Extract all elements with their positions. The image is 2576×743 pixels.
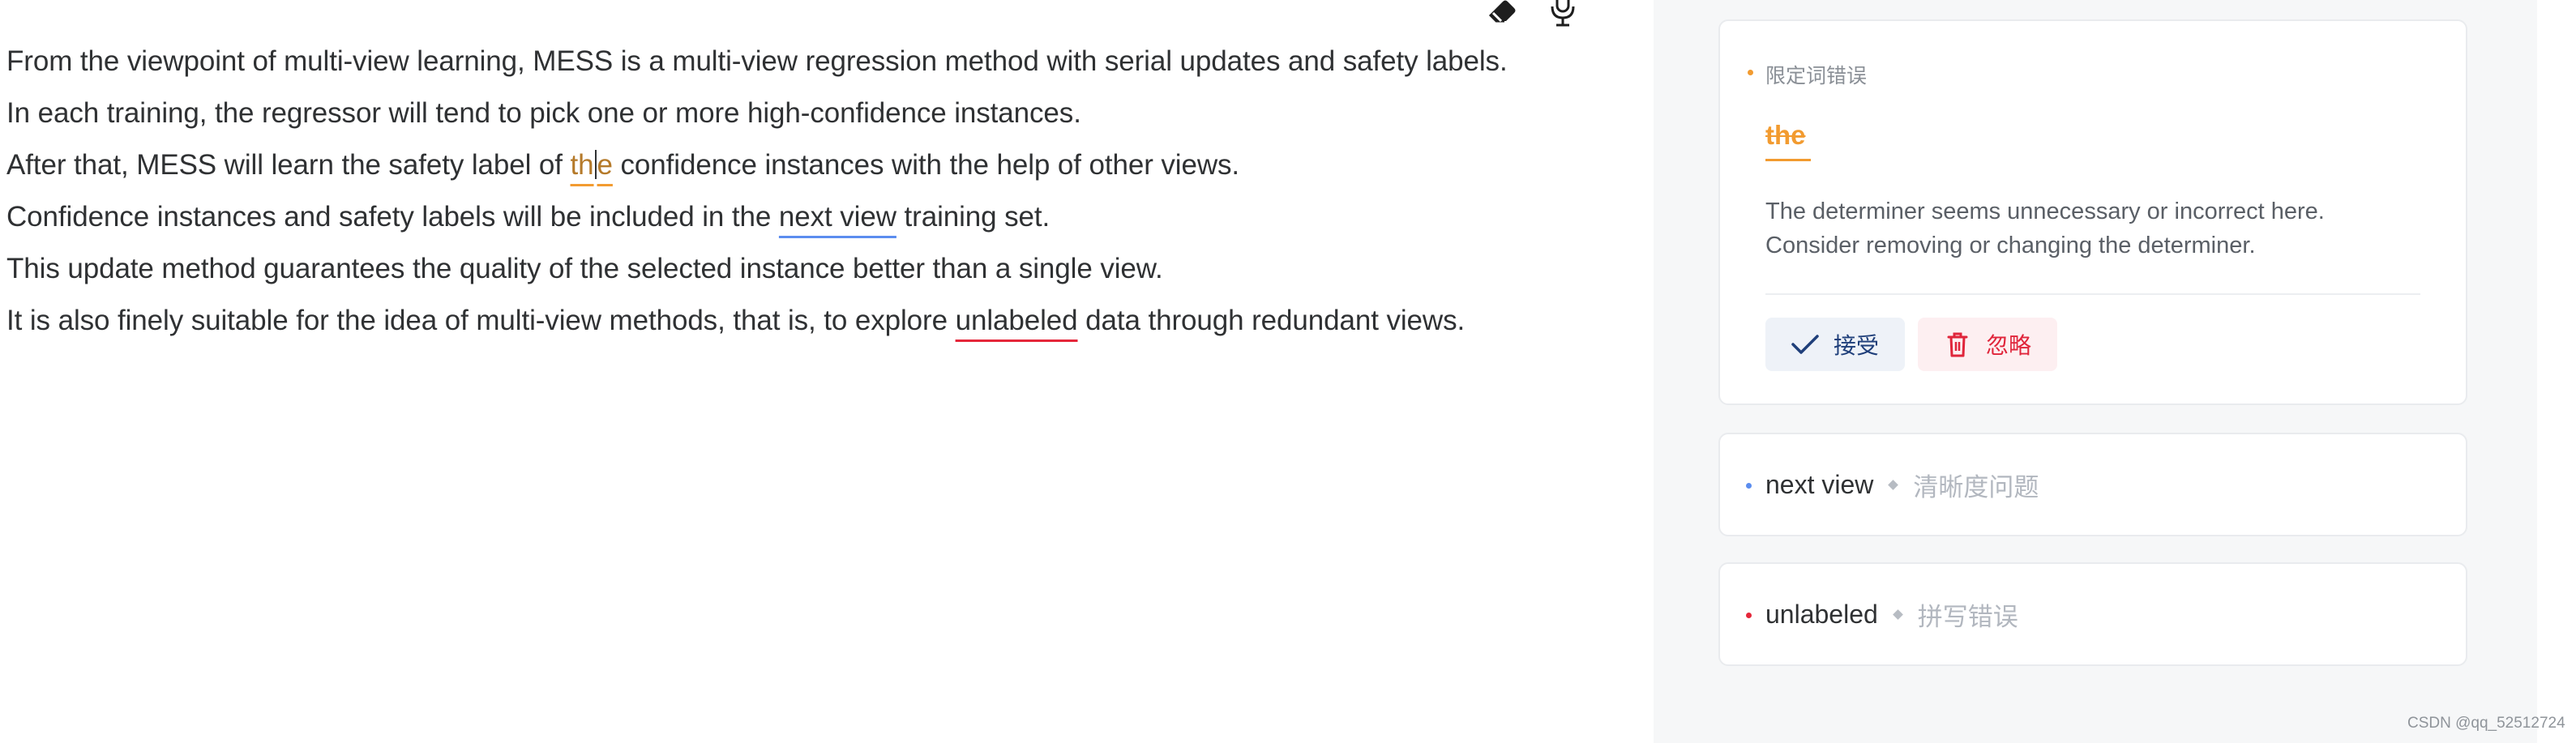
category-dot — [1748, 70, 1753, 75]
text-line: Confidence instances and safety labels w… — [6, 191, 1508, 243]
text-segment: confidence instances with the help of ot… — [612, 149, 1240, 181]
text-line: In each training, the regressor will ten… — [6, 97, 1081, 129]
text-line: From the viewpoint of multi-view learnin… — [6, 45, 1508, 77]
text-line: This update method guarantees the qualit… — [6, 253, 1163, 284]
determiner-error-highlight[interactable]: th e — [571, 149, 613, 181]
text-caret — [594, 150, 597, 179]
flag-text-part: e — [597, 149, 613, 181]
text-segment: training set. — [896, 201, 1051, 233]
eraser-icon[interactable] — [1483, 0, 1521, 28]
category-dot — [1746, 483, 1752, 489]
text-segment: data through redundant views. — [1077, 305, 1466, 336]
description-line: The determiner seems unnecessary or inco… — [1765, 199, 2325, 224]
accept-button[interactable]: 接受 — [1765, 318, 1905, 371]
issue-word: unlabeled — [1765, 599, 1878, 629]
panel-edge — [2537, 0, 2576, 743]
check-icon — [1791, 335, 1819, 354]
text-line: After that, MESS will learn the safety l… — [6, 139, 1508, 191]
clarity-issue-highlight[interactable]: next view — [779, 201, 896, 233]
editor-area[interactable]: From the viewpoint of multi-view learnin… — [0, 0, 1654, 743]
category-dot — [1746, 613, 1752, 618]
text-segment: After that, MESS will learn the safety l… — [6, 149, 571, 181]
text-segment: It is also finely suitable for the idea … — [6, 305, 956, 336]
suggestion-card-next-view[interactable]: next view 清晰度问题 — [1718, 433, 2467, 536]
flag-text-part: th — [570, 149, 594, 181]
suggestion-card-active[interactable]: 限定词错误 the The determiner seems unnecessa… — [1718, 19, 2467, 405]
separator-diamond — [1892, 608, 1903, 620]
separator-diamond — [1888, 479, 1899, 490]
description-line: Consider removing or changing the determ… — [1765, 233, 2256, 258]
divider — [1765, 293, 2420, 295]
accept-label: 接受 — [1834, 333, 1880, 358]
suggestion-card-unlabeled[interactable]: unlabeled 拼写错误 — [1718, 562, 2467, 666]
issue-word: next view — [1765, 469, 1874, 499]
ignore-label: 忽略 — [1986, 333, 2032, 358]
watermark: CSDN @qq_52512724 — [2407, 715, 2565, 732]
flagged-word-underline — [1765, 159, 1811, 161]
ignore-button[interactable]: 忽略 — [1918, 318, 2057, 371]
trash-icon — [1947, 332, 1968, 357]
flagged-word: the — [1765, 120, 1806, 150]
text-line: It is also finely suitable for the idea … — [6, 295, 1508, 347]
issue-category: 限定词错误 — [1765, 65, 1868, 88]
issue-category: 清晰度问题 — [1913, 472, 2039, 502]
document-text[interactable]: From the viewpoint of multi-view learnin… — [6, 36, 1508, 347]
issue-description: The determiner seems unnecessary or inco… — [1765, 194, 2430, 263]
microphone-icon[interactable] — [1544, 0, 1581, 28]
issue-category: 拼写错误 — [1917, 602, 2018, 631]
text-segment: Confidence instances and safety labels w… — [6, 201, 779, 233]
spelling-error-highlight[interactable]: unlabeled — [956, 305, 1078, 336]
